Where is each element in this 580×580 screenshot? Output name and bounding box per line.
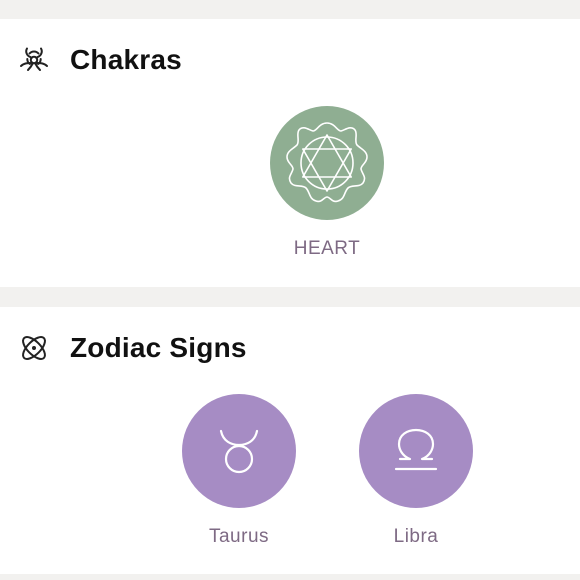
taurus-icon <box>219 429 259 474</box>
zodiac-section: Zodiac Signs Taurus Libra <box>0 307 580 574</box>
chakras-header: Chakras <box>16 40 182 80</box>
section-title: Zodiac Signs <box>70 332 247 363</box>
libra-label: Libra <box>393 526 439 547</box>
taurus-label: Taurus <box>208 526 270 547</box>
taurus-circle[interactable] <box>182 394 296 508</box>
chakras-section: Chakras HEART <box>0 19 580 287</box>
libra-circle[interactable] <box>359 394 473 508</box>
chakras-icon <box>16 42 52 78</box>
heart-chakra-item[interactable]: HEART <box>257 106 397 260</box>
section-title: Chakras <box>70 44 182 75</box>
heart-chakra-label: HEART <box>293 238 361 259</box>
atom-icon <box>16 330 52 366</box>
zodiac-header: Zodiac Signs <box>16 328 247 368</box>
libra-item[interactable]: Libra <box>346 394 486 548</box>
libra-icon <box>394 428 438 471</box>
heart-chakra-circle[interactable] <box>270 106 384 220</box>
heart-chakra-icon <box>286 122 368 203</box>
taurus-item[interactable]: Taurus <box>169 394 309 548</box>
